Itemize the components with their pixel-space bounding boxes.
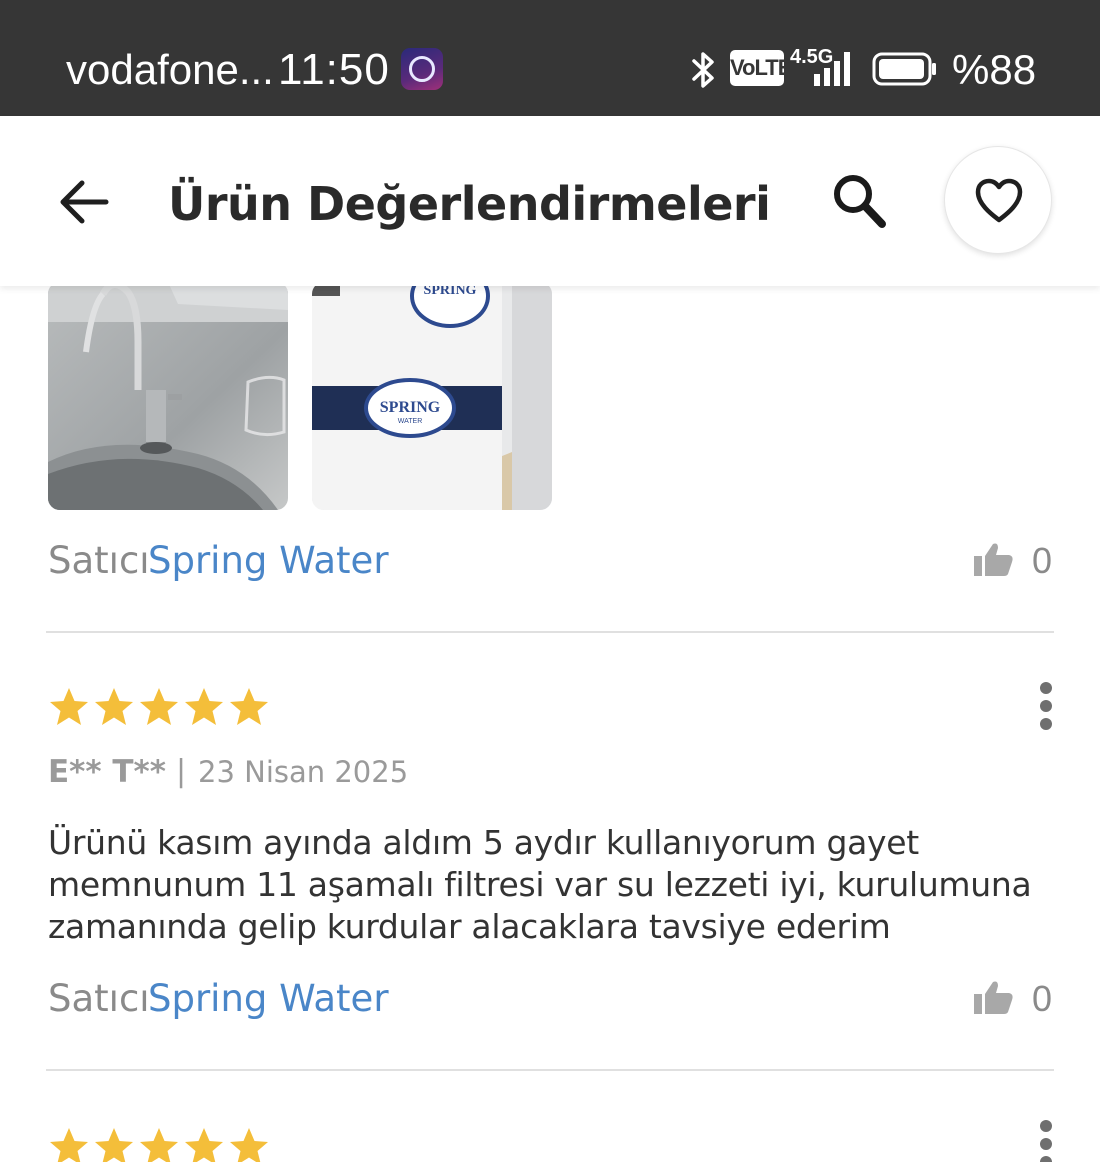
star-icon: [95, 1128, 133, 1162]
signal-icon: [814, 52, 850, 86]
heart-icon: [975, 178, 1023, 223]
review-photo-faucet[interactable]: [48, 286, 288, 510]
like-count: 0: [1031, 540, 1052, 581]
review-text: Ürünü kasım ayında aldım 5 aydır kullanı…: [48, 823, 1032, 946]
page-title: Ürün Değerlendirmeleri: [168, 177, 771, 231]
app-bar: Ürün Değerlendirmeleri: [0, 116, 1100, 286]
like-button[interactable]: 0: [974, 536, 1054, 586]
divider: [46, 631, 1054, 633]
carrier-name: vodafone...: [66, 46, 274, 93]
thumbs-up-icon: [974, 543, 1013, 576]
star-icon: [185, 1128, 223, 1162]
star-rating: [48, 1126, 278, 1162]
review-date: 23 Nisan 2025: [198, 755, 409, 789]
bluetooth-icon: [692, 52, 714, 88]
star-icon: [50, 1128, 88, 1162]
seller-link[interactable]: Spring Water: [148, 974, 389, 1024]
clock: 11:50: [278, 45, 390, 94]
star-icon: [50, 688, 88, 725]
like-button[interactable]: 0: [974, 974, 1054, 1024]
reviewer-info: E** T** | 23 Nisan 2025: [48, 752, 648, 792]
reviews-list[interactable]: SPRING SPRING WATER Satıcı Spring Water …: [0, 286, 1100, 1162]
more-options-button[interactable]: [1026, 1118, 1066, 1162]
svg-text:SPRING: SPRING: [380, 399, 441, 416]
faucet-photo: [48, 286, 288, 510]
seller-row: Satıcı Spring Water 0: [48, 974, 1054, 1024]
star-icon: [185, 688, 223, 725]
battery-percent: %88: [952, 46, 1037, 93]
svg-text:WATER: WATER: [398, 418, 423, 425]
search-icon: [834, 175, 886, 228]
arrow-left-icon: [60, 180, 109, 224]
battery-icon: [872, 52, 936, 86]
more-vertical-icon: [1040, 682, 1052, 694]
seller-prefix: Satıcı: [48, 977, 150, 1020]
like-count: 0: [1031, 978, 1052, 1019]
star-icon: [95, 688, 133, 725]
svg-text:SPRING: SPRING: [424, 286, 477, 298]
reviewer-separator: |: [176, 754, 187, 789]
star-icon: [230, 1128, 268, 1162]
star-icon: [230, 688, 268, 725]
seller-prefix: Satıcı: [48, 539, 150, 582]
seller-row: Satıcı Spring Water 0: [48, 536, 1054, 586]
star-rating: [48, 686, 278, 730]
notification-app-icon: [401, 48, 443, 90]
status-bar: vodafone... 11:50 VoLTE 4.5G %88: [0, 0, 1100, 116]
water-filter-photo: SPRING SPRING WATER: [312, 286, 552, 510]
star-icon: [140, 688, 178, 725]
seller-link[interactable]: Spring Water: [148, 536, 389, 586]
star-icon: [140, 1128, 178, 1162]
back-button[interactable]: [54, 172, 114, 232]
more-options-button[interactable]: [1026, 680, 1066, 736]
volte-badge: VoLTE: [730, 50, 792, 86]
reviewer-name: E** T**: [48, 754, 166, 790]
divider: [46, 1069, 1054, 1071]
favorite-button[interactable]: [944, 146, 1052, 254]
more-vertical-icon: [1040, 1120, 1052, 1132]
thumbs-up-icon: [974, 981, 1013, 1014]
search-button[interactable]: [826, 168, 892, 234]
review-photo-filter[interactable]: SPRING SPRING WATER: [312, 286, 552, 510]
